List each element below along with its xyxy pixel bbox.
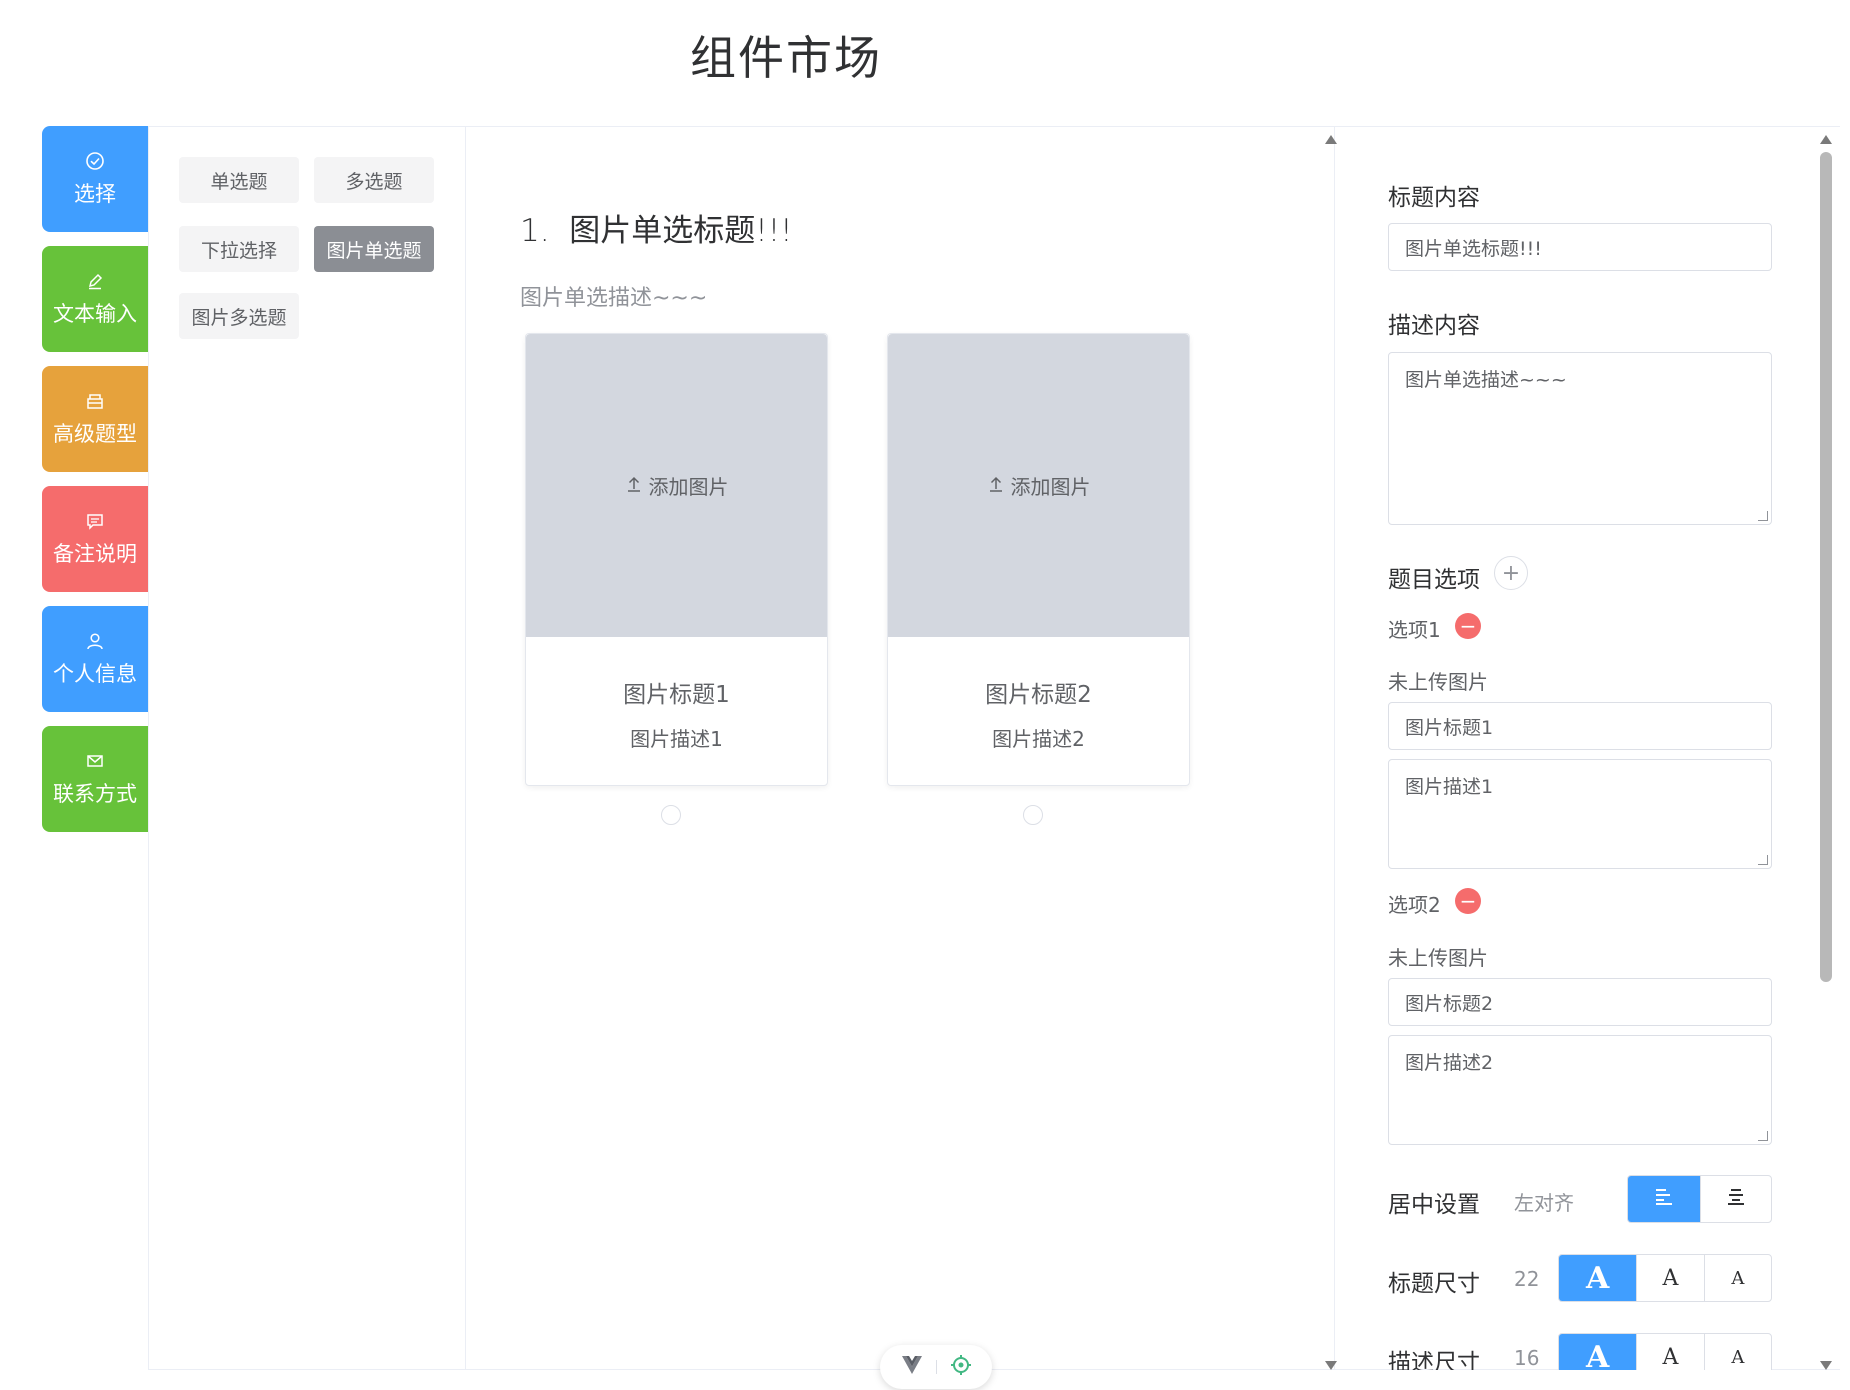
desc-size-value: 16	[1514, 1346, 1540, 1370]
target-icon[interactable]	[950, 1354, 972, 1380]
image-option-card[interactable]: 添加图片 图片标题2 图片描述2	[887, 333, 1190, 786]
resize-grip-icon[interactable]	[1758, 511, 1768, 521]
minus-icon: −	[1459, 889, 1477, 913]
title-content-input[interactable]: 图片单选标题!!!	[1388, 223, 1772, 271]
component-multi-choice-button[interactable]: 多选题	[314, 157, 434, 203]
add-image-label: 添加图片	[1010, 475, 1091, 499]
divider	[148, 126, 149, 1370]
category-tab-personal-info[interactable]: 个人信息	[42, 606, 148, 712]
divider	[1334, 126, 1335, 1370]
component-single-choice-button[interactable]: 单选题	[179, 157, 299, 203]
upload-icon	[625, 474, 643, 498]
category-label: 个人信息	[53, 662, 137, 686]
remove-option-button[interactable]: −	[1455, 613, 1481, 639]
size-medium-button[interactable]: A	[1636, 1334, 1703, 1370]
add-option-button[interactable]: +	[1494, 556, 1528, 590]
box-icon	[84, 390, 106, 412]
size-small-button[interactable]: A	[1703, 1334, 1771, 1370]
option-description-textarea[interactable]: 图片描述2	[1388, 1035, 1772, 1145]
category-label: 联系方式	[53, 782, 137, 806]
align-left-icon	[1654, 1188, 1674, 1210]
category-tab-text-input[interactable]: 文本输入	[42, 246, 148, 352]
question-description: 图片单选描述~~~	[520, 286, 708, 311]
title-size-toggle[interactable]: A A A	[1558, 1254, 1772, 1302]
option-radio[interactable]	[661, 805, 681, 825]
category-label: 备注说明	[53, 542, 137, 566]
divider	[935, 1360, 937, 1374]
user-icon	[84, 630, 106, 652]
category-label: 文本输入	[53, 302, 137, 326]
title-size-value: 22	[1514, 1267, 1540, 1291]
category-label: 选择	[74, 182, 116, 206]
upload-icon	[987, 474, 1005, 498]
scroll-up-arrow[interactable]	[1325, 135, 1337, 144]
category-tab-select[interactable]: 选择	[42, 126, 148, 232]
description-content-textarea[interactable]: 图片单选描述~~~	[1388, 352, 1772, 525]
check-circle-icon	[84, 150, 106, 172]
align-toggle[interactable]	[1627, 1175, 1772, 1223]
question-number: 1.	[520, 213, 550, 249]
scroll-down-arrow[interactable]	[1820, 1361, 1832, 1370]
component-image-single-choice-button[interactable]: 图片单选题	[314, 226, 434, 272]
upload-status: 未上传图片	[1388, 946, 1488, 970]
vue-logo-icon[interactable]	[901, 1355, 923, 1379]
desc-size-row: 描述尺寸 16 A A A	[1334, 1330, 1820, 1370]
desc-size-label: 描述尺寸	[1388, 1350, 1480, 1370]
devtools-pill[interactable]	[880, 1345, 992, 1389]
category-tab-contact[interactable]: 联系方式	[42, 726, 148, 832]
scrollbar-thumb[interactable]	[1820, 152, 1832, 982]
option-label: 选项1	[1388, 618, 1441, 642]
size-large-button[interactable]: A	[1559, 1255, 1637, 1301]
option-description-value: 图片描述2	[1405, 1052, 1494, 1074]
resize-grip-icon[interactable]	[1758, 1131, 1768, 1141]
minus-icon: −	[1459, 614, 1477, 638]
plus-icon: +	[1501, 560, 1521, 586]
option-radio[interactable]	[1023, 805, 1043, 825]
component-image-multi-choice-button[interactable]: 图片多选题	[179, 293, 299, 339]
align-setting-label: 居中设置	[1388, 1192, 1480, 1218]
add-image-label: 添加图片	[648, 475, 729, 499]
component-dropdown-button[interactable]: 下拉选择	[179, 226, 299, 272]
title-content-label: 标题内容	[1388, 185, 1480, 211]
align-left-button[interactable]	[1628, 1176, 1700, 1222]
add-image-area[interactable]: 添加图片	[526, 334, 827, 637]
divider	[465, 126, 466, 1370]
size-large-button[interactable]: A	[1559, 1334, 1637, 1370]
category-tab-advanced[interactable]: 高级题型	[42, 366, 148, 472]
add-image-area[interactable]: 添加图片	[888, 334, 1189, 637]
image-option-card[interactable]: 添加图片 图片标题1 图片描述1	[525, 333, 828, 786]
option-description-textarea[interactable]: 图片描述1	[1388, 759, 1772, 869]
description-content-label: 描述内容	[1388, 313, 1480, 339]
image-option-title: 图片标题1	[623, 682, 730, 708]
resize-grip-icon[interactable]	[1758, 855, 1768, 865]
align-center-icon	[1726, 1188, 1746, 1210]
image-option-title: 图片标题2	[985, 682, 1092, 708]
align-center-button[interactable]	[1699, 1176, 1772, 1222]
mail-icon	[84, 750, 106, 772]
question-options-label: 题目选项	[1388, 567, 1480, 593]
title-size-label: 标题尺寸	[1388, 1271, 1480, 1297]
question-title[interactable]: 1. 图片单选标题!!!	[520, 205, 793, 250]
option-title-input[interactable]: 图片标题1	[1388, 702, 1772, 750]
category-tab-notes[interactable]: 备注说明	[42, 486, 148, 592]
image-option-description: 图片描述2	[992, 727, 1085, 751]
category-label: 高级题型	[53, 422, 137, 446]
size-medium-button[interactable]: A	[1636, 1255, 1703, 1301]
desc-size-toggle[interactable]: A A A	[1558, 1333, 1772, 1370]
image-option-description: 图片描述1	[630, 727, 723, 751]
scroll-up-arrow[interactable]	[1820, 135, 1832, 144]
page-title: 组件市场	[690, 31, 882, 85]
option-title-input[interactable]: 图片标题2	[1388, 978, 1772, 1026]
size-small-button[interactable]: A	[1703, 1255, 1771, 1301]
question-title-text: 图片单选标题!!!	[569, 213, 793, 249]
upload-status: 未上传图片	[1388, 670, 1488, 694]
align-setting-value: 左对齐	[1514, 1191, 1574, 1215]
comment-icon	[84, 510, 106, 532]
description-content-value: 图片单选描述~~~	[1405, 369, 1567, 391]
remove-option-button[interactable]: −	[1455, 888, 1481, 914]
option-label: 选项2	[1388, 893, 1441, 917]
option-description-value: 图片描述1	[1405, 776, 1494, 798]
edit-pen-icon	[84, 270, 106, 292]
